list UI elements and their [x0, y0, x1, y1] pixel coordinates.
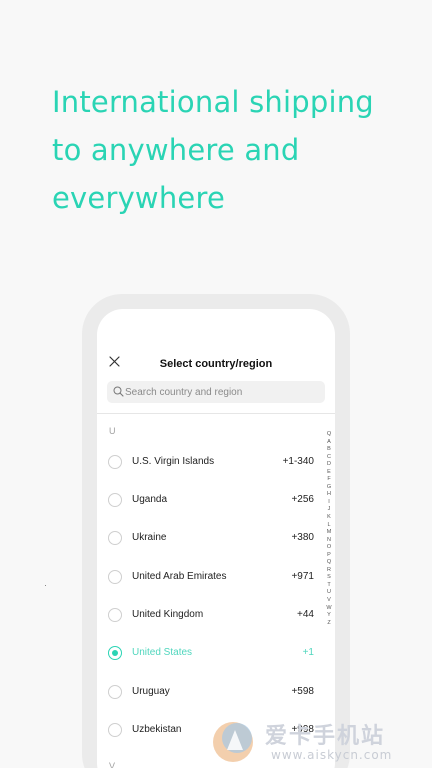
index-letter[interactable]: Q	[325, 431, 333, 439]
index-letter[interactable]: A	[325, 439, 333, 447]
country-row-selected[interactable]: United States +1	[97, 638, 319, 668]
headline-line-3: everywhere	[52, 181, 225, 215]
decorative-dot	[45, 585, 46, 586]
dial-code: +1-340	[282, 456, 314, 467]
page-title: Select country/region	[159, 358, 273, 370]
radio-button[interactable]	[108, 493, 122, 507]
radio-button-selected[interactable]	[108, 646, 122, 660]
index-letter[interactable]: Z	[325, 620, 333, 628]
country-row[interactable]: United Arab Emirates +971	[97, 562, 319, 592]
radio-button[interactable]	[108, 455, 122, 469]
index-letter[interactable]: G	[325, 484, 333, 492]
index-letter[interactable]: I	[325, 499, 333, 507]
index-letter[interactable]: K	[325, 514, 333, 522]
phone-screen: Select country/region U U.S. Virgin Isla…	[97, 309, 335, 768]
country-name: United Kingdom	[132, 609, 204, 620]
country-row[interactable]: Uganda +256	[97, 485, 319, 515]
country-row[interactable]: Uruguay +598	[97, 677, 319, 707]
section-header-u: U	[109, 426, 116, 436]
country-name: U.S. Virgin Islands	[132, 456, 215, 467]
headline-line-1: International shipping	[52, 85, 374, 119]
watermark-text: 爱卡手机站	[265, 724, 386, 749]
country-name: Uzbekistan	[132, 724, 182, 735]
divider	[97, 413, 335, 414]
country-name: Ukraine	[132, 532, 167, 543]
index-letter[interactable]: C	[325, 454, 333, 462]
index-letter[interactable]: M	[325, 529, 333, 537]
index-letter[interactable]: J	[325, 506, 333, 514]
index-letter[interactable]: E	[325, 469, 333, 477]
radio-button[interactable]	[108, 685, 122, 699]
index-letter[interactable]: H	[325, 491, 333, 499]
country-name: Uruguay	[132, 686, 170, 697]
headline: International shipping to anywhere and e…	[52, 78, 412, 222]
index-letter[interactable]: W	[325, 605, 333, 613]
radio-button[interactable]	[108, 570, 122, 584]
index-letter[interactable]: Y	[325, 612, 333, 620]
dial-code: +256	[291, 494, 314, 505]
country-row[interactable]: U.S. Virgin Islands +1-340	[97, 447, 319, 477]
radio-button[interactable]	[108, 531, 122, 545]
country-name: United States	[132, 647, 193, 658]
index-letter[interactable]: U	[325, 589, 333, 597]
index-letter[interactable]: L	[325, 522, 333, 530]
index-letter[interactable]: P	[325, 552, 333, 560]
index-letter[interactable]: F	[325, 476, 333, 484]
country-name: Uganda	[132, 494, 168, 505]
index-letter[interactable]: B	[325, 446, 333, 454]
section-header-v: V	[109, 761, 116, 768]
index-letter[interactable]: D	[325, 461, 333, 469]
index-letter[interactable]: Q	[325, 559, 333, 567]
index-letter[interactable]: S	[325, 574, 333, 582]
radio-button[interactable]	[108, 608, 122, 622]
headline-line-2: to anywhere and	[52, 133, 300, 167]
country-name: United Arab Emirates	[132, 571, 227, 582]
radio-button[interactable]	[108, 723, 122, 737]
dial-code: +971	[291, 571, 314, 582]
alphabet-index[interactable]: Q A B C D E F G H I J K L M N O P Q R S …	[325, 431, 333, 627]
dial-code: +598	[291, 686, 314, 697]
index-letter[interactable]: N	[325, 537, 333, 545]
index-letter[interactable]: O	[325, 544, 333, 552]
search-input[interactable]	[125, 381, 320, 403]
index-letter[interactable]: V	[325, 597, 333, 605]
dial-code: +44	[297, 609, 314, 620]
country-row[interactable]: Ukraine +380	[97, 523, 319, 553]
dial-code: +380	[291, 532, 314, 543]
search-bar[interactable]	[107, 381, 325, 403]
watermark-url: www.aiskycn.com	[271, 748, 393, 762]
watermark-logo-icon	[213, 722, 253, 762]
index-letter[interactable]: R	[325, 567, 333, 575]
watermark: 爱卡手机站 www.aiskycn.com	[209, 716, 432, 768]
index-letter[interactable]: T	[325, 582, 333, 590]
search-icon	[113, 386, 124, 397]
dial-code: +1	[302, 647, 314, 658]
topbar: Select country/region	[97, 353, 335, 379]
country-row[interactable]: United Kingdom +44	[97, 600, 319, 630]
